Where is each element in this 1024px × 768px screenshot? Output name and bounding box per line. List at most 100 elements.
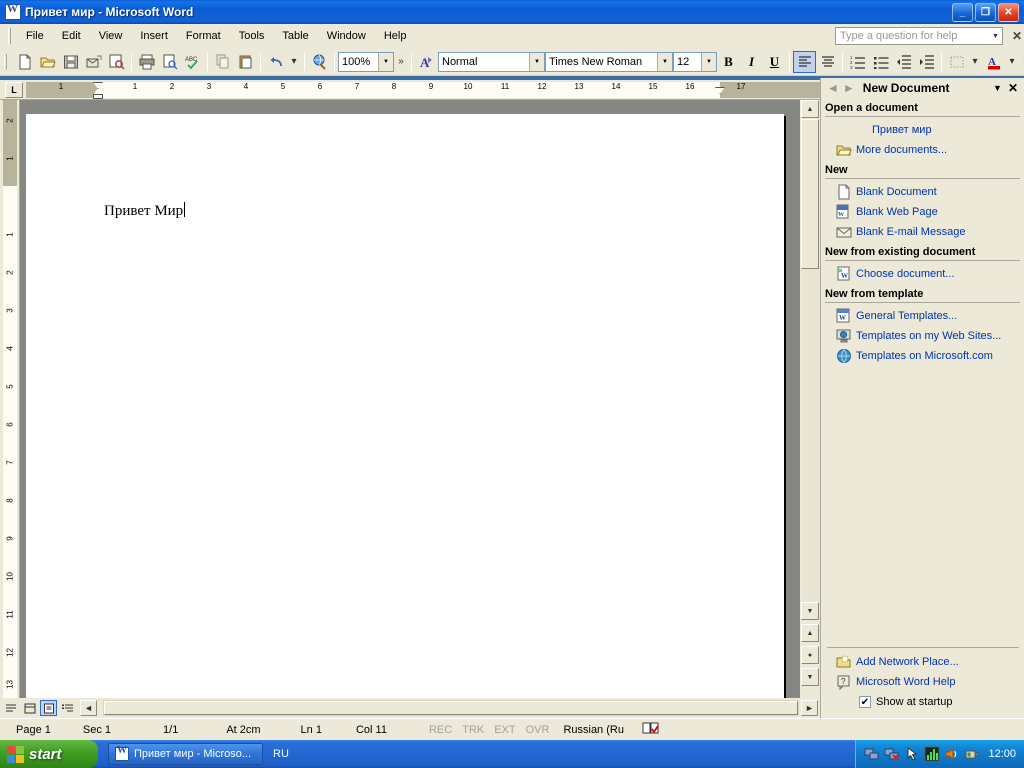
open-icon[interactable] xyxy=(36,51,59,73)
new-document-icon[interactable] xyxy=(13,51,36,73)
task-pane-item[interactable]: ? Microsoft Word Help xyxy=(821,672,1024,692)
italic-button[interactable]: I xyxy=(740,51,763,73)
borders-icon[interactable] xyxy=(945,51,968,73)
network-activity-icon[interactable] xyxy=(924,746,940,762)
menu-edit[interactable]: Edit xyxy=(53,27,90,45)
task-pane-item[interactable]: W Choose document... xyxy=(821,264,1024,284)
tab-selector-button[interactable]: L xyxy=(5,82,23,98)
status-rec[interactable]: REC xyxy=(429,724,452,736)
numbered-list-icon[interactable]: 123 xyxy=(846,51,869,73)
next-page-button[interactable]: ▼ xyxy=(801,668,819,686)
menu-format[interactable]: Format xyxy=(177,27,230,45)
taskbar-item-word[interactable]: Привет мир - Microso... xyxy=(108,743,263,765)
menu-grip-handle[interactable] xyxy=(8,28,11,44)
menu-tools[interactable]: Tools xyxy=(230,27,274,45)
menu-window[interactable]: Window xyxy=(318,27,375,45)
close-menubar-icon[interactable]: ✕ xyxy=(1009,29,1024,43)
formatting-overflow-icon[interactable]: » xyxy=(1019,56,1024,66)
pointer-icon[interactable] xyxy=(904,746,920,762)
hscroll-thumb[interactable] xyxy=(104,701,798,715)
web-layout-view-button[interactable] xyxy=(21,700,38,716)
spelling-and-grammar-status-icon[interactable] xyxy=(642,721,660,738)
task-pane-item[interactable]: Blank Document xyxy=(821,182,1024,202)
task-pane-item[interactable]: Привет мир xyxy=(821,120,1024,140)
outline-view-button[interactable] xyxy=(59,700,76,716)
show-at-startup-row[interactable]: ✔ Show at startup xyxy=(821,692,1024,712)
underline-button[interactable]: U xyxy=(763,51,786,73)
copy-icon[interactable] xyxy=(211,51,234,73)
menu-insert[interactable]: Insert xyxy=(131,27,177,45)
back-icon[interactable]: ◄ xyxy=(825,81,841,95)
vertical-scrollbar[interactable]: ▲ ▼ ▲ ● ▼ xyxy=(800,100,820,698)
save-icon[interactable] xyxy=(59,51,82,73)
menu-help[interactable]: Help xyxy=(375,27,416,45)
print-preview-icon[interactable] xyxy=(158,51,181,73)
blank-email-message-link[interactable]: Blank E-mail Message xyxy=(856,226,965,238)
email-icon[interactable] xyxy=(82,51,105,73)
open-recent-document-link[interactable]: Привет мир xyxy=(836,124,932,136)
close-button[interactable]: ✕ xyxy=(998,2,1019,22)
templates-on-my-web-sites-link[interactable]: Templates on my Web Sites... xyxy=(856,330,1001,342)
menu-view[interactable]: View xyxy=(90,27,132,45)
font-size-combo[interactable]: 12 ▼ xyxy=(673,51,717,72)
more-documents-link[interactable]: More documents... xyxy=(856,144,947,156)
task-pane-item[interactable]: Templates on my Web Sites... xyxy=(821,326,1024,346)
forward-icon[interactable]: ► xyxy=(841,81,857,95)
menu-file[interactable]: File xyxy=(17,27,53,45)
task-pane-item[interactable]: Blank E-mail Message xyxy=(821,222,1024,242)
previous-page-button[interactable]: ▲ xyxy=(801,624,819,642)
chevron-down-icon[interactable]: ▼ xyxy=(378,52,393,71)
blank-document-link[interactable]: Blank Document xyxy=(856,186,937,198)
insert-hyperlink-icon[interactable] xyxy=(308,51,331,73)
add-network-place-link[interactable]: Add Network Place... xyxy=(856,656,959,668)
status-ext[interactable]: EXT xyxy=(494,724,515,736)
task-pane-item[interactable]: W General Templates... xyxy=(821,306,1024,326)
font-color-dropdown-icon[interactable]: ▾ xyxy=(1005,57,1019,67)
templates-on-microsoft-com-link[interactable]: Templates on Microsoft.com xyxy=(856,350,993,362)
status-ovr[interactable]: OVR xyxy=(526,724,550,736)
zoom-combo[interactable]: 100% ▼ xyxy=(338,51,394,72)
vscroll-thumb[interactable] xyxy=(801,119,819,269)
network-icon[interactable] xyxy=(864,746,880,762)
toolbar-overflow-icon[interactable]: » xyxy=(394,56,408,66)
hscroll-right-button[interactable]: ► xyxy=(801,700,818,716)
vertical-ruler[interactable]: 2 1 1 2 3 4 5 6 7 8 9 10 11 12 13 xyxy=(0,100,20,698)
task-pane-item[interactable]: Add Network Place... xyxy=(821,652,1024,672)
status-trk[interactable]: TRK xyxy=(462,724,484,736)
status-language[interactable]: Russian (Ru xyxy=(563,724,624,736)
chevron-down-icon[interactable]: ▼ xyxy=(529,52,544,71)
hscroll-track[interactable] xyxy=(103,700,799,716)
left-indent-marker[interactable] xyxy=(93,94,103,99)
blank-web-page-link[interactable]: Blank Web Page xyxy=(856,206,938,218)
paste-icon[interactable] xyxy=(234,51,257,73)
horizontal-ruler[interactable]: L 1 1 2 3 4 5 6 7 8 9 10 11 12 13 14 15 … xyxy=(0,80,820,100)
standard-toolbar-grip[interactable] xyxy=(4,53,7,70)
undo-icon[interactable] xyxy=(264,51,287,73)
clock[interactable]: 12:00 xyxy=(988,748,1016,760)
choose-document-link[interactable]: Choose document... xyxy=(856,268,954,280)
show-at-startup-checkbox[interactable]: ✔ xyxy=(859,696,871,708)
hscroll-left-button[interactable]: ◄ xyxy=(80,700,97,716)
align-left-icon[interactable] xyxy=(793,50,816,73)
task-pane-item[interactable]: Templates on Microsoft.com xyxy=(821,346,1024,366)
spelling-check-icon[interactable]: ABC xyxy=(181,51,204,73)
scroll-down-button[interactable]: ▼ xyxy=(801,602,819,620)
menu-table[interactable]: Table xyxy=(273,27,317,45)
power-icon[interactable] xyxy=(964,746,980,762)
general-templates-link[interactable]: General Templates... xyxy=(856,310,957,322)
align-center-icon[interactable] xyxy=(816,51,839,73)
bold-button[interactable]: B xyxy=(717,51,740,73)
print-icon[interactable] xyxy=(135,51,158,73)
task-pane-item[interactable]: W Blank Web Page xyxy=(821,202,1024,222)
volume-icon[interactable] xyxy=(944,746,960,762)
restore-button[interactable]: ❐ xyxy=(975,2,996,22)
task-pane-dropdown-icon[interactable]: ▼ xyxy=(993,83,1002,93)
task-pane-close-icon[interactable]: ✕ xyxy=(1008,81,1018,95)
ask-a-question-box[interactable]: Type a question for help ▼ xyxy=(834,27,1003,45)
chevron-down-icon[interactable]: ▼ xyxy=(657,52,672,71)
task-pane-item[interactable]: More documents... xyxy=(821,140,1024,160)
font-name-combo[interactable]: Times New Roman ▼ xyxy=(545,51,673,72)
styles-and-formatting-icon[interactable]: A xyxy=(415,51,438,73)
minimize-button[interactable]: _ xyxy=(952,2,973,22)
chevron-down-icon[interactable]: ▼ xyxy=(701,52,716,71)
